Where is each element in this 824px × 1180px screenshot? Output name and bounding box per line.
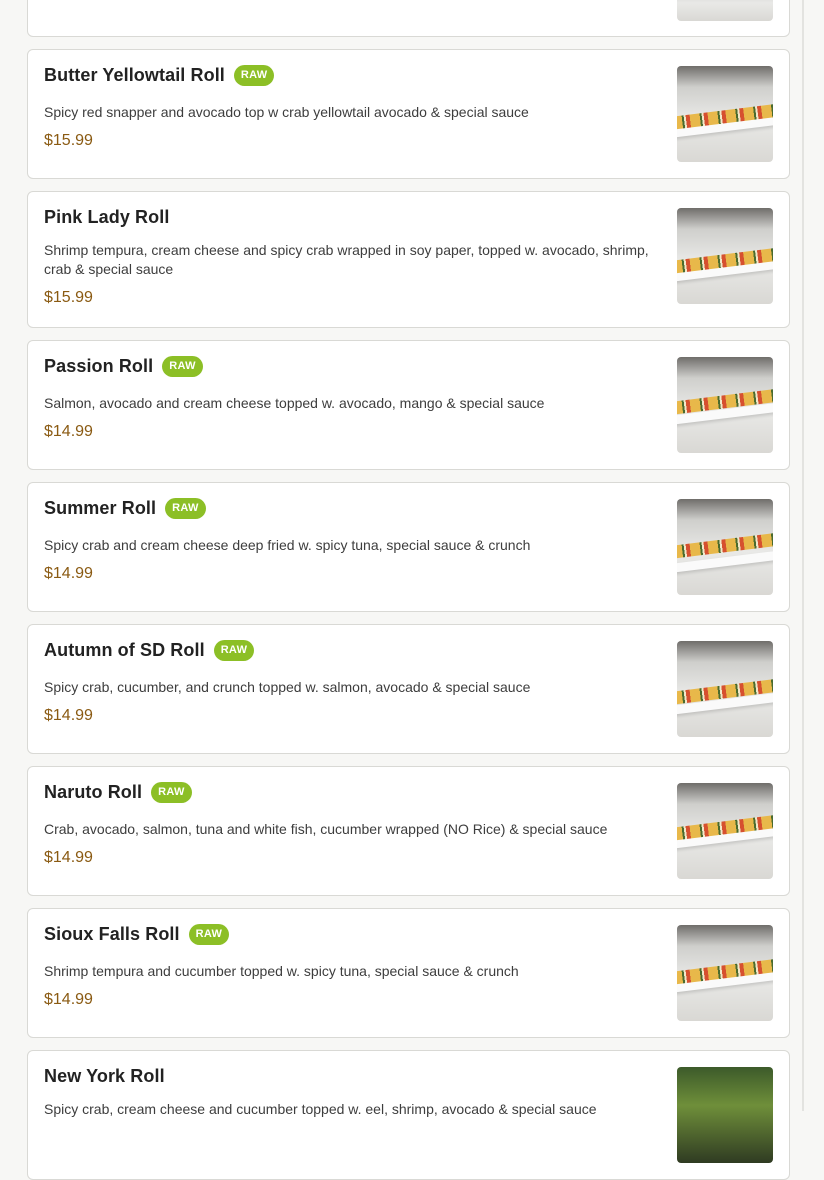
menu-item-name: Pink Lady Roll xyxy=(44,207,170,227)
menu-item-photo xyxy=(677,66,773,162)
menu-item-photo xyxy=(677,783,773,879)
raw-badge: RAW xyxy=(151,782,192,803)
menu-item-photo xyxy=(677,357,773,453)
menu-item-name: Naruto Roll xyxy=(44,782,143,802)
menu-item-photo xyxy=(677,208,773,304)
menu-item-card[interactable]: Naruto Roll RAW Crab, avocado, salmon, t… xyxy=(27,766,790,896)
raw-badge: RAW xyxy=(162,356,203,377)
menu-item-description: Spicy crab, cucumber, and crunch topped … xyxy=(44,679,531,695)
menu-item-description: Salmon, avocado and cream cheese topped … xyxy=(44,395,545,411)
menu-item-card-partial[interactable] xyxy=(27,0,790,37)
menu-item-card[interactable]: Summer Roll RAW Spicy crab and cream che… xyxy=(27,482,790,612)
menu-item-price: $14.99 xyxy=(44,991,93,1008)
menu-item-photo xyxy=(677,0,773,21)
menu-item-photo xyxy=(677,925,773,1021)
menu-item-name: Summer Roll xyxy=(44,498,157,518)
menu-item-price: $15.99 xyxy=(44,132,93,149)
menu-item-description: Spicy red snapper and avocado top w crab… xyxy=(44,104,529,120)
menu-item-name: New York Roll xyxy=(44,1066,165,1086)
menu-item-price: $14.99 xyxy=(44,849,93,866)
menu-item-photo xyxy=(677,499,773,595)
menu-item-name: Autumn of SD Roll xyxy=(44,640,205,660)
menu-item-description: Shrimp tempura, cream cheese and spicy c… xyxy=(44,242,649,277)
menu-item-price: $14.99 xyxy=(44,707,93,724)
menu-item-description: Crab, avocado, salmon, tuna and white fi… xyxy=(44,821,608,837)
menu-item-card[interactable]: Sioux Falls Roll RAW Shrimp tempura and … xyxy=(27,908,790,1038)
menu-item-description: Shrimp tempura and cucumber topped w. sp… xyxy=(44,963,519,979)
raw-badge: RAW xyxy=(165,498,206,519)
menu-item-photo xyxy=(677,641,773,737)
raw-badge: RAW xyxy=(188,924,230,945)
menu-item-price: $15.99 xyxy=(44,289,93,306)
menu-item-price: $14.99 xyxy=(44,423,93,440)
menu-item-description: Spicy crab, cream cheese and cucumber to… xyxy=(44,1101,597,1117)
menu-item-name: Passion Roll xyxy=(44,356,154,376)
menu-item-description: Spicy crab and cream cheese deep fried w… xyxy=(44,537,531,553)
menu-item-card[interactable]: Passion Roll RAW Salmon, avocado and cre… xyxy=(27,340,790,470)
menu-item-photo xyxy=(677,1067,773,1163)
menu-item-price: $14.99 xyxy=(44,565,93,582)
menu-item-card[interactable]: Butter Yellowtail Roll RAW Spicy red sna… xyxy=(27,49,790,179)
raw-badge: RAW xyxy=(213,640,255,661)
raw-badge: RAW xyxy=(233,65,275,86)
menu-item-name: Butter Yellowtail Roll xyxy=(44,65,225,85)
scrollbar[interactable] xyxy=(802,0,804,1111)
menu-item-card[interactable]: Autumn of SD Roll RAW Spicy crab, cucumb… xyxy=(27,624,790,754)
menu-item-name: Sioux Falls Roll xyxy=(44,924,180,944)
menu-item-card[interactable]: Pink Lady Roll Shrimp tempura, cream che… xyxy=(27,191,790,328)
menu-item-card[interactable]: New York Roll Spicy crab, cream cheese a… xyxy=(27,1050,790,1180)
